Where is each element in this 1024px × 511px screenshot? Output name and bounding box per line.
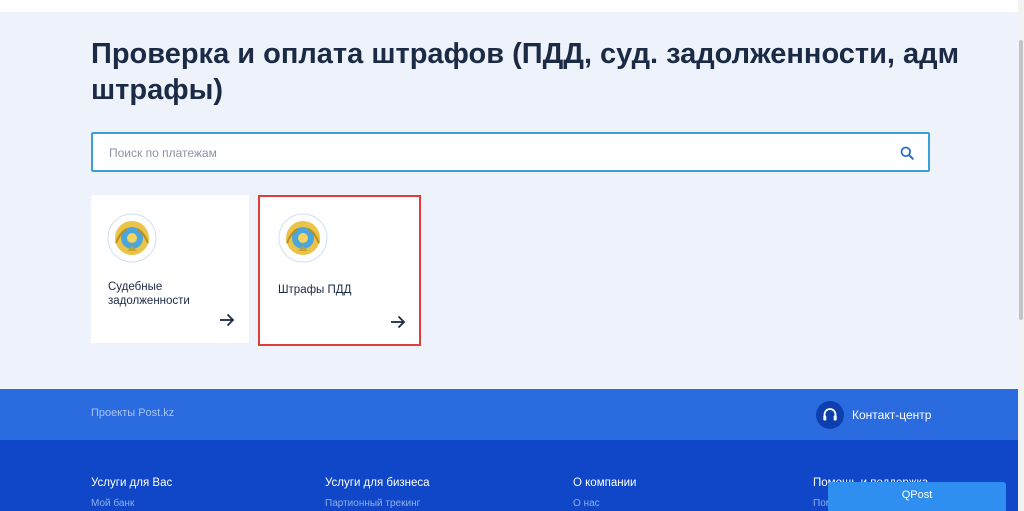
footer-link[interactable]: Партионный трекинг bbox=[325, 498, 430, 509]
page-title: Проверка и оплата штрафов (ПДД, суд. зад… bbox=[91, 38, 960, 106]
headset-icon bbox=[816, 401, 844, 429]
kazakhstan-emblem-icon bbox=[278, 213, 328, 263]
search-input[interactable] bbox=[109, 143, 869, 163]
arrow-right-icon[interactable] bbox=[219, 313, 235, 327]
footer-link[interactable]: О нас bbox=[573, 498, 636, 509]
footer-heading: О компании bbox=[573, 477, 637, 489]
footer-link[interactable]: Мой банк bbox=[91, 498, 172, 509]
card-traffic-fines[interactable]: Штрафы ПДД bbox=[258, 195, 421, 346]
footer-column-about: О компании О нас bbox=[573, 477, 636, 509]
contact-center-button[interactable]: Контакт-центр bbox=[816, 400, 931, 430]
top-strip bbox=[0, 0, 1018, 12]
search-box[interactable] bbox=[91, 132, 930, 172]
projects-link[interactable]: Проекты Post.kz bbox=[91, 407, 174, 419]
footer-heading: Услуги для бизнеса bbox=[325, 477, 430, 489]
qpost-widget-button[interactable]: QPost bbox=[828, 482, 1006, 511]
search-icon[interactable] bbox=[900, 146, 914, 160]
main-content: Проверка и оплата штрафов (ПДД, суд. зад… bbox=[0, 0, 1018, 389]
footer-heading: Услуги для Вас bbox=[91, 477, 173, 489]
card-court-debts[interactable]: Судебные задолженности bbox=[91, 195, 249, 343]
footer-column-business: Услуги для бизнеса Партионный трекинг bbox=[325, 477, 430, 509]
card-label: Судебные задолженности bbox=[108, 281, 190, 307]
kazakhstan-emblem-icon bbox=[107, 213, 157, 263]
scrollbar[interactable] bbox=[1018, 0, 1024, 511]
arrow-right-icon[interactable] bbox=[390, 315, 406, 329]
card-label: Штрафы ПДД bbox=[278, 284, 352, 296]
scrollbar-thumb[interactable] bbox=[1019, 40, 1023, 320]
contact-center-label: Контакт-центр bbox=[852, 408, 932, 422]
footer-column-personal: Услуги для Вас Мой банк bbox=[91, 477, 172, 509]
projects-bar: Проекты Post.kz Контакт-центр bbox=[0, 389, 1018, 440]
